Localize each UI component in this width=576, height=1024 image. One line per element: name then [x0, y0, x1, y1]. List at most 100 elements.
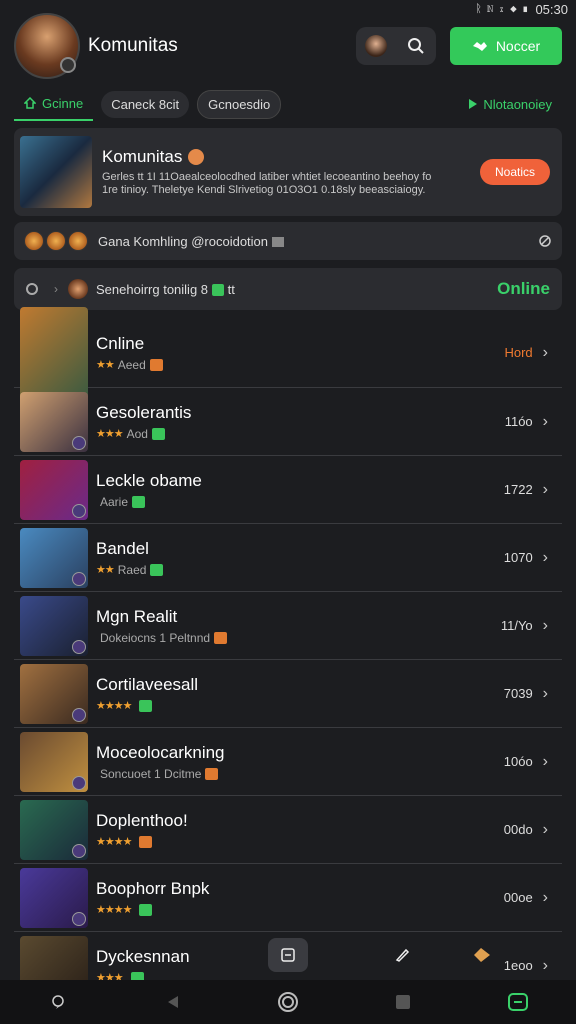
list-item-title: Doplenthoo! [96, 811, 188, 830]
home-button[interactable] [273, 987, 303, 1017]
list-item[interactable]: Boophorr Bnpk ★★★★ 00oe › [14, 864, 562, 932]
badge-icon [72, 435, 86, 450]
user-avatar-button[interactable] [356, 27, 396, 65]
list-item[interactable]: Doplenthoo! ★★★★ 00do › [14, 796, 562, 864]
tab-bar: Gcinne Caneck 8cit Gcnoesdio Nlotaonoiey [14, 86, 562, 122]
play-icon [469, 99, 478, 109]
list-item[interactable]: Mgn Realit Dokeiocns 1 Peltnnd 11/Yo › [14, 592, 562, 660]
badge-icon [72, 775, 86, 790]
avatar-badge-icon [60, 57, 76, 73]
chevron-right-icon: › [542, 480, 548, 498]
system-nav-bar [0, 980, 576, 1024]
back-button[interactable] [158, 987, 188, 1017]
list-item[interactable]: Cnline ★★ Aeed Hord › [14, 306, 562, 399]
page-title: Komunitas [88, 35, 178, 56]
avatar [365, 35, 387, 57]
tab-label: Caneck 8cit [111, 96, 180, 112]
list-item-title: Gesolerantis [96, 402, 192, 422]
chevron-right-icon: › [542, 616, 548, 634]
avatar [68, 279, 88, 299]
header-action-group [356, 27, 436, 65]
list-item-subtitle: Aarie [100, 494, 129, 509]
list-item-title: Cnline [96, 333, 145, 353]
tab-label: Gcnoesdio [208, 96, 271, 112]
tab-genre[interactable]: Gcnoesdio [197, 89, 282, 119]
rating-stars: ★★ [96, 564, 115, 576]
game-thumbnail [20, 527, 88, 588]
primary-action-label: Noccer [495, 38, 541, 54]
recents-icon [396, 995, 411, 1009]
reaction-button[interactable] [462, 938, 502, 972]
member-avatars [24, 231, 88, 251]
tab-edit[interactable]: Caneck 8cit [101, 90, 190, 118]
floating-actions [0, 938, 576, 978]
featured-community-card[interactable]: Komunitas Gerles tt 1I 11Oaealceolocdhed… [14, 128, 562, 216]
chevron-right-icon: › [542, 412, 548, 430]
game-thumbnail [20, 306, 88, 399]
assistant-icon [51, 995, 64, 1009]
list-item-value: 00do [503, 822, 533, 837]
recents-button[interactable] [388, 987, 418, 1017]
list-item-value: Hord [504, 345, 533, 360]
list-item-title: Mgn Realit [96, 606, 178, 626]
profile-avatar[interactable] [14, 13, 80, 79]
compose-button[interactable] [268, 938, 308, 972]
link-icon[interactable] [538, 234, 552, 248]
online-status-bar[interactable]: › Senehoirrg tonilig 8 tt Online [14, 268, 562, 310]
list-item-title: Cortilaveesall [96, 675, 199, 694]
pen-button[interactable] [382, 938, 422, 972]
list-item[interactable]: Leckle obame Aarie 1722 › [14, 456, 562, 524]
rating-stars: ★★★★ [96, 904, 132, 916]
list-item-title: Leckle obame [96, 470, 202, 490]
list-item-value: 1722 [503, 482, 533, 497]
check-icon [139, 699, 153, 712]
list-item[interactable]: Moceolocarkning Soncuoet 1 Dcitme 10óo › [14, 728, 562, 796]
avatar [46, 231, 66, 251]
featured-action-button[interactable]: Noatics [480, 159, 550, 185]
radio-icon[interactable] [26, 283, 38, 295]
check-icon [212, 284, 225, 297]
chevron-right-icon: › [542, 548, 548, 566]
tab-label: Nlotaonoiey [483, 96, 552, 112]
badge-icon [139, 835, 153, 848]
badge-icon [205, 767, 219, 780]
badge-icon [72, 503, 86, 518]
rating-stars: ★★★ [96, 428, 124, 440]
emoji-icon [188, 149, 205, 165]
back-icon [167, 996, 178, 1008]
list-item[interactable]: Bandel ★★ Raed 1070 › [14, 524, 562, 592]
assistant-button[interactable] [43, 987, 73, 1017]
badge-icon [72, 911, 86, 926]
primary-action-button[interactable]: Noccer [450, 27, 562, 65]
featured-title: Komunitas [102, 147, 183, 166]
pen-icon [395, 948, 410, 962]
list-item-subtitle: Aod [126, 426, 148, 441]
image-icon [272, 237, 285, 248]
badge-icon [149, 358, 163, 371]
game-thumbnail [20, 595, 88, 656]
activity-bar[interactable]: Gana Komhling @rocoidotion [14, 222, 562, 260]
tab-game[interactable]: Gcinne [14, 88, 94, 121]
chat-button[interactable] [503, 987, 533, 1017]
chevron-right-icon: › [542, 684, 548, 702]
search-button[interactable] [396, 27, 436, 65]
app-header: Komunitas Noccer [14, 12, 562, 80]
chat-icon [508, 993, 529, 1011]
game-thumbnail [20, 731, 88, 792]
badge-icon [214, 631, 228, 644]
game-thumbnail [20, 799, 88, 860]
list-item-value: 11/Yo [500, 618, 533, 633]
list-item[interactable]: Gesolerantis ★★★ Aod 11óo › [14, 388, 562, 456]
list-item-value: 1070 [503, 550, 533, 565]
game-thumbnail [20, 391, 88, 452]
check-icon [139, 903, 153, 916]
badge-icon [72, 707, 86, 722]
reaction-icon [474, 948, 490, 962]
search-icon [408, 38, 424, 54]
avatar [68, 231, 88, 251]
list-item[interactable]: Cortilaveesall ★★★★ 7039 › [14, 660, 562, 728]
list-item-title: Boophorr Bnpk [96, 879, 210, 898]
check-icon [151, 427, 165, 440]
list-item-value: 11óo [504, 414, 533, 429]
tab-notifications[interactable]: Nlotaonoiey [459, 91, 562, 118]
